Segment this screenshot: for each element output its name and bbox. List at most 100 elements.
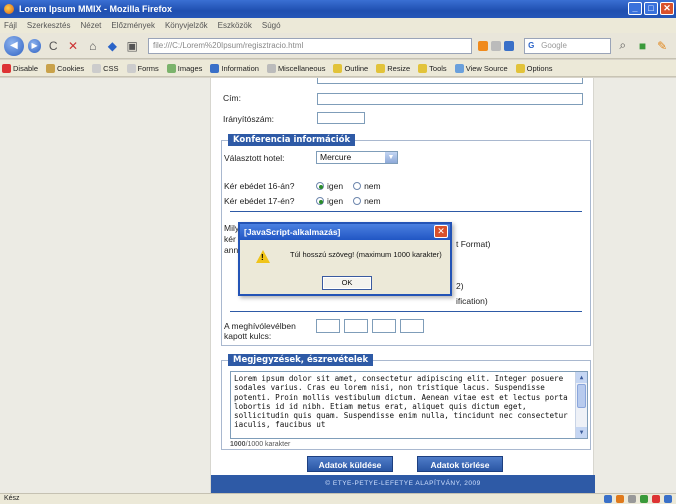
lunch16-yes-radio[interactable]: [316, 182, 324, 190]
previous-field-input[interactable]: [317, 78, 583, 84]
lunch17-no-label: nem: [364, 196, 381, 206]
status-icon-2[interactable]: [616, 495, 624, 503]
char-counter: 1000/1000 karakter: [230, 441, 290, 448]
menu-bar: Fájl Szerkesztés Nézet Előzmények Könyvj…: [0, 18, 676, 33]
maximize-button[interactable]: □: [644, 2, 658, 15]
javascript-alert-dialog: [JavaScript-alkalmazás] ✕ ! Túl hosszú s…: [238, 222, 452, 296]
notes-textarea[interactable]: Lorem ipsum dolor sit amet, consectetur …: [230, 371, 588, 439]
devbar-view-source[interactable]: View Source: [454, 63, 508, 73]
lunch17-yes-radio[interactable]: [316, 197, 324, 205]
status-icon-6[interactable]: [664, 495, 672, 503]
url-input[interactable]: file:///C:/Lorem%20Ipsum/regisztracio.ht…: [147, 37, 473, 54]
firefox-icon: [4, 4, 14, 14]
window-title: Lorem Ipsum MMIX - Mozilla Firefox: [19, 4, 173, 14]
notes-text: Lorem ipsum dolor sit amet, consectetur …: [234, 374, 568, 430]
devbar-outline[interactable]: Outline: [333, 63, 368, 73]
devbar-disable[interactable]: Disable: [2, 63, 38, 73]
lunch17-no-radio[interactable]: [353, 197, 362, 205]
addon-icon[interactable]: ■: [635, 38, 651, 54]
back-icon[interactable]: ◀: [4, 35, 24, 56]
bookmark-icon[interactable]: ◆: [105, 38, 121, 54]
scroll-up-icon[interactable]: ▲: [576, 372, 587, 383]
partial-option-1: t Format): [456, 239, 491, 249]
hotel-selected-value: Mercure: [320, 152, 352, 162]
devbar-tools[interactable]: Tools: [418, 63, 447, 73]
web-developer-toolbar: Disable Cookies CSS Forms Images Informa…: [0, 60, 676, 77]
menu-view[interactable]: Nézet: [80, 21, 101, 30]
chevron-down-icon: ▼: [385, 152, 397, 163]
partial-label-1: Mily: [224, 223, 240, 233]
warning-exclamation: !: [261, 253, 264, 262]
lunch16-no-label: nem: [364, 181, 381, 191]
menu-history[interactable]: Előzmények: [111, 21, 155, 30]
conference-legend: Konferencia információk: [228, 134, 356, 146]
char-counter-value: 1000: [230, 441, 246, 448]
notes-fieldset: Megjegyzések, észrevételek Lorem ipsum d…: [221, 354, 591, 450]
extension-icon[interactable]: ✎: [654, 38, 670, 54]
devbar-resize[interactable]: Resize: [376, 63, 410, 73]
notes-legend: Megjegyzések, észrevételek: [228, 354, 374, 366]
partial-label-3: ann: [224, 245, 239, 255]
reload-icon[interactable]: C: [45, 38, 61, 54]
status-icon-4[interactable]: [640, 495, 648, 503]
lunch16-no-radio[interactable]: [353, 182, 362, 190]
devbar-miscellaneous[interactable]: Miscellaneous: [266, 63, 325, 73]
status-icon-1[interactable]: [604, 495, 612, 503]
page-icon[interactable]: ▣: [124, 38, 140, 54]
cim-label: Cím:: [223, 93, 241, 103]
dialog-title: [JavaScript-alkalmazás]: [240, 224, 450, 240]
navigation-toolbar: ◀ ▶ C ✕ ⌂ ◆ ▣ file:///C:/Lorem%20Ipsum/r…: [0, 33, 676, 59]
irsz-input[interactable]: [317, 112, 365, 124]
rss-icon[interactable]: [478, 40, 489, 51]
section-divider: [230, 211, 582, 212]
menu-bookmarks[interactable]: Könyvjelzők: [165, 21, 208, 30]
dialog-ok-button[interactable]: OK: [322, 276, 372, 290]
minimize-button[interactable]: _: [628, 2, 642, 15]
devbar-images[interactable]: Images: [166, 63, 202, 73]
page-footer: © ETYE-PETYE-LEFETYE ALAPÍTVÁNY, 2009: [211, 475, 595, 493]
char-counter-suffix: /1000 karakter: [245, 441, 291, 448]
status-icon-3[interactable]: [628, 495, 636, 503]
key-label: A meghívólevélben kapott kulcs:: [224, 321, 296, 341]
key-input-2[interactable]: [344, 319, 368, 333]
scroll-down-icon[interactable]: ▼: [576, 427, 587, 438]
search-input[interactable]: Google: [524, 37, 611, 54]
status-icon-5[interactable]: [652, 495, 660, 503]
irsz-label: Irányítószám:: [223, 114, 275, 124]
dialog-close-button[interactable]: ✕: [434, 225, 448, 238]
devbar-cookies[interactable]: Cookies: [46, 63, 84, 73]
submit-button[interactable]: Adatok küldése: [307, 456, 393, 472]
stop-icon[interactable]: ✕: [65, 38, 81, 54]
go-icon[interactable]: [504, 40, 515, 51]
home-icon[interactable]: ⌂: [85, 38, 101, 54]
status-text: Kész: [4, 495, 20, 502]
star-icon[interactable]: [491, 40, 502, 51]
devbar-forms[interactable]: Forms: [126, 63, 159, 73]
reset-button[interactable]: Adatok törlése: [417, 456, 503, 472]
menu-tools[interactable]: Eszközök: [218, 21, 252, 30]
partial-option-2: 2): [456, 281, 464, 291]
lunch17-options: igen nem: [316, 196, 381, 206]
devbar-options[interactable]: Options: [515, 63, 553, 73]
menu-edit[interactable]: Szerkesztés: [27, 21, 71, 30]
key-input-3[interactable]: [372, 319, 396, 333]
scroll-thumb[interactable]: [577, 384, 586, 408]
devbar-information[interactable]: Information: [210, 63, 259, 73]
key-input-4[interactable]: [400, 319, 424, 333]
search-icon[interactable]: ⌕: [615, 38, 631, 54]
devbar-css[interactable]: CSS: [92, 63, 119, 73]
lunch17-yes-label: igen: [327, 196, 344, 206]
textarea-scrollbar[interactable]: ▲ ▼: [575, 372, 587, 438]
menu-file[interactable]: Fájl: [4, 21, 17, 30]
cim-input[interactable]: [317, 93, 583, 105]
partial-option-3: ification): [456, 296, 488, 306]
key-input-1[interactable]: [316, 319, 340, 333]
hotel-select[interactable]: Mercure ▼: [316, 151, 398, 164]
status-bar: Kész: [0, 493, 676, 504]
menu-help[interactable]: Súgó: [262, 21, 281, 30]
dialog-message: Túl hosszú szöveg! (maximum 1000 karakte…: [290, 250, 442, 259]
close-window-button[interactable]: ✕: [660, 2, 674, 15]
forward-icon[interactable]: ▶: [27, 38, 42, 53]
lunch16-options: igen nem: [316, 181, 381, 191]
hotel-label: Választott hotel:: [224, 153, 285, 163]
